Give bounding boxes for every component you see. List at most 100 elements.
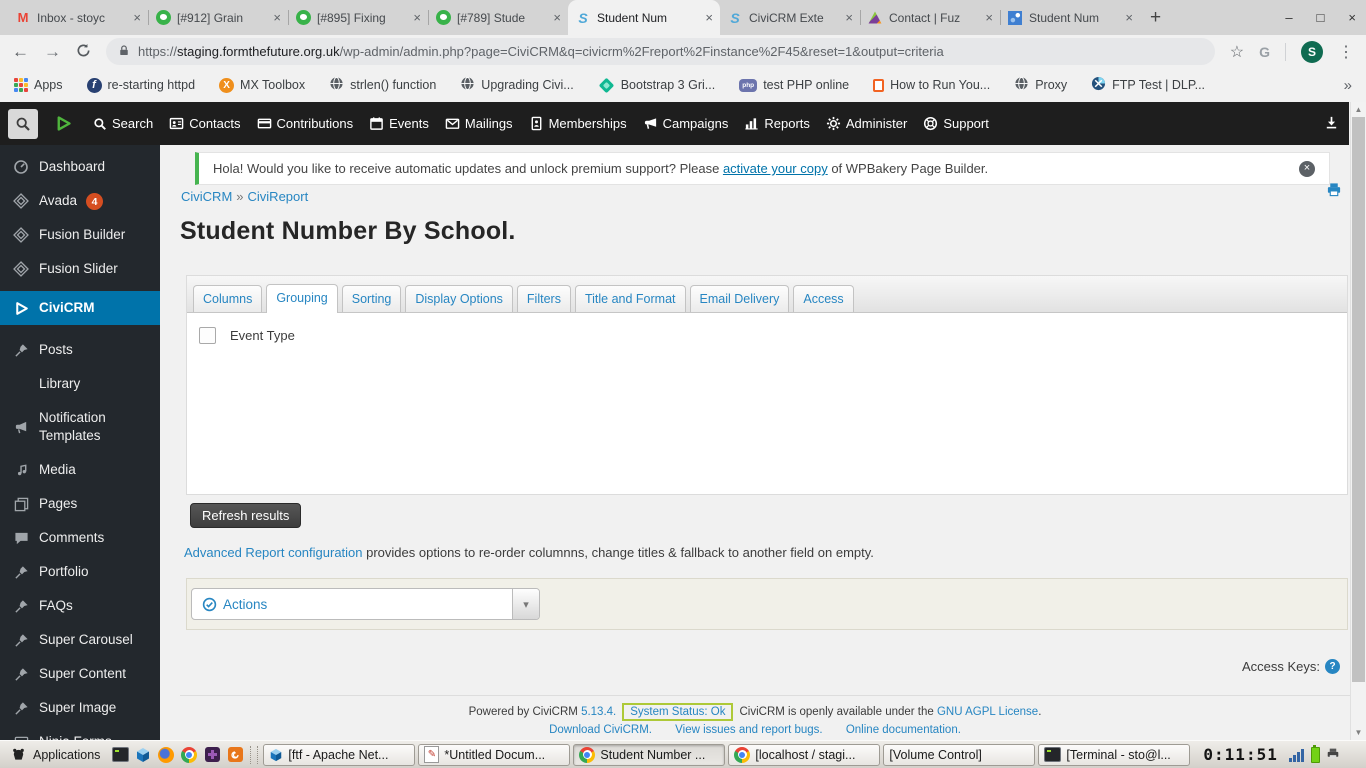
- close-button[interactable]: ×: [1348, 10, 1356, 25]
- breadcrumb-civicrm-link[interactable]: CiviCRM: [181, 189, 232, 204]
- bookmark-test-php[interactable]: php test PHP online: [739, 78, 849, 92]
- browser-tab-inbox[interactable]: M Inbox - stoyc ×: [8, 0, 148, 35]
- window-button-chrome-student-number[interactable]: Student Number ...: [573, 743, 726, 766]
- tab-close-icon[interactable]: ×: [845, 10, 853, 25]
- bookmark-ftp-test[interactable]: FTP Test | DLP...: [1091, 76, 1205, 94]
- tab-close-icon[interactable]: ×: [133, 10, 141, 25]
- chrome-launcher-icon[interactable]: [179, 744, 199, 766]
- sidebar-item-media[interactable]: Media: [0, 453, 160, 487]
- menu-reports[interactable]: Reports: [736, 102, 818, 145]
- applications-menu[interactable]: Applications: [3, 743, 107, 767]
- window-button-text-editor[interactable]: ✎ *Untitled Docum...: [418, 743, 571, 766]
- browser-menu-icon[interactable]: ⋮: [1338, 42, 1354, 62]
- menu-search[interactable]: Search: [85, 102, 161, 145]
- menu-contacts[interactable]: Contacts: [161, 102, 248, 145]
- tab-access[interactable]: Access: [793, 285, 854, 312]
- tab-close-icon[interactable]: ×: [553, 10, 561, 25]
- bookmark-apps[interactable]: Apps: [14, 78, 63, 92]
- bookmark-proxy[interactable]: Proxy: [1014, 76, 1067, 94]
- view-issues-link[interactable]: View issues and report bugs.: [675, 724, 822, 736]
- menu-events[interactable]: Events: [361, 102, 437, 145]
- firefox-launcher-icon[interactable]: [156, 744, 176, 766]
- battery-icon[interactable]: [1310, 744, 1320, 763]
- sidebar-item-library[interactable]: Library: [0, 367, 160, 401]
- menu-administer[interactable]: Administer: [818, 102, 915, 145]
- browser-tab-student-number-2[interactable]: Student Num ×: [1000, 0, 1140, 35]
- sidebar-item-civicrm[interactable]: CiviCRM: [0, 291, 160, 325]
- sidebar-item-super-content[interactable]: Super Content: [0, 657, 160, 691]
- dismiss-notice-icon[interactable]: ×: [1299, 160, 1315, 177]
- sidebar-item-comments[interactable]: Comments: [0, 521, 160, 555]
- network-monitor-icon[interactable]: [1288, 748, 1304, 762]
- system-status-badge[interactable]: System Status: Ok: [622, 703, 734, 721]
- browser-tab-issue-912[interactable]: [#912] Grain ×: [148, 0, 288, 35]
- sidebar-item-fusion-slider[interactable]: Fusion Slider: [0, 252, 160, 286]
- dropdown-caret-icon[interactable]: ▾: [512, 589, 539, 619]
- sidebar-item-super-image[interactable]: Super Image: [0, 691, 160, 725]
- refresh-results-button[interactable]: Refresh results: [190, 503, 302, 528]
- scroll-down-icon[interactable]: ▼: [1351, 728, 1366, 737]
- window-button-chrome-localhost[interactable]: [localhost / stagi...: [728, 743, 881, 766]
- bookmark-upgrading-civi[interactable]: Upgrading Civi...: [460, 76, 574, 94]
- terminal-launcher-icon[interactable]: [110, 744, 130, 766]
- activate-copy-link[interactable]: activate your copy: [723, 161, 828, 176]
- sidebar-item-notification-templates[interactable]: Notification Templates: [0, 401, 160, 453]
- swirl-launcher-icon[interactable]: [225, 744, 245, 766]
- event-type-checkbox[interactable]: [199, 327, 216, 344]
- tab-close-icon[interactable]: ×: [985, 10, 993, 25]
- bookmark-star-icon[interactable]: ☆: [1230, 42, 1244, 62]
- sidebar-item-portfolio[interactable]: Portfolio: [0, 555, 160, 589]
- tab-sorting[interactable]: Sorting: [341, 285, 402, 312]
- menu-support[interactable]: Support: [915, 102, 997, 145]
- tab-columns[interactable]: Columns: [193, 285, 263, 312]
- advanced-report-config-link[interactable]: Advanced Report configuration: [184, 545, 363, 560]
- bookmark-bootstrap[interactable]: Bootstrap 3 Gri...: [598, 77, 715, 93]
- tab-display-options[interactable]: Display Options: [405, 285, 513, 312]
- address-bar[interactable]: https://staging.formthefuture.org.uk/wp-…: [106, 38, 1215, 65]
- window-button-volume-control[interactable]: [Volume Control]: [883, 743, 1036, 766]
- download-civicrm-link[interactable]: Download CiviCRM.: [549, 724, 652, 736]
- menu-contributions[interactable]: Contributions: [249, 102, 362, 145]
- sidebar-item-pages[interactable]: Pages: [0, 487, 160, 521]
- tab-title-and-format[interactable]: Title and Format: [574, 285, 686, 312]
- gnu-agpl-link[interactable]: GNU AGPL License: [937, 706, 1038, 718]
- scroll-up-icon[interactable]: ▲: [1351, 105, 1366, 114]
- tab-close-icon[interactable]: ×: [1125, 10, 1133, 25]
- bookmark-mx-toolbox[interactable]: X MX Toolbox: [219, 77, 305, 93]
- online-docs-link[interactable]: Online documentation.: [846, 724, 961, 736]
- tab-close-icon[interactable]: ×: [413, 10, 421, 25]
- forward-button[interactable]: →: [44, 43, 61, 60]
- profile-avatar[interactable]: S: [1301, 40, 1323, 63]
- bookmarks-overflow-chevron[interactable]: »: [1344, 77, 1352, 94]
- print-icon[interactable]: [1326, 182, 1342, 200]
- quick-search-box[interactable]: [8, 108, 38, 139]
- maximize-button[interactable]: □: [1317, 10, 1325, 25]
- sidebar-item-dashboard[interactable]: Dashboard: [0, 150, 160, 184]
- sidebar-item-super-carousel[interactable]: Super Carousel: [0, 623, 160, 657]
- browser-tab-issue-789[interactable]: [#789] Stude ×: [428, 0, 568, 35]
- browser-tab-issue-895[interactable]: [#895] Fixing ×: [288, 0, 428, 35]
- new-tab-button[interactable]: +: [1150, 7, 1161, 29]
- plugin-launcher-icon[interactable]: [202, 744, 222, 766]
- menu-campaigns[interactable]: Campaigns: [635, 102, 737, 145]
- tab-close-icon[interactable]: ×: [705, 10, 713, 25]
- help-icon[interactable]: ?: [1325, 659, 1340, 674]
- breadcrumb-civireport-link[interactable]: CiviReport: [248, 189, 309, 204]
- menu-mailings[interactable]: Mailings: [437, 102, 521, 145]
- bookmark-httpd[interactable]: f re-starting httpd: [86, 77, 195, 93]
- sidebar-item-posts[interactable]: Posts: [0, 333, 160, 367]
- tab-email-delivery[interactable]: Email Delivery: [689, 285, 790, 312]
- window-button-netbeans[interactable]: [ftf - Apache Net...: [263, 743, 416, 766]
- sidebar-item-avada[interactable]: Avada 4: [0, 184, 160, 218]
- tab-close-icon[interactable]: ×: [273, 10, 281, 25]
- actions-dropdown[interactable]: Actions ▾: [191, 588, 540, 620]
- browser-tab-contact-fuzion[interactable]: Contact | Fuz ×: [860, 0, 1000, 35]
- tray-printer-icon[interactable]: [1326, 747, 1340, 763]
- browser-tab-civicrm-ext[interactable]: S CiviCRM Exte ×: [720, 0, 860, 35]
- scrollbar-thumb[interactable]: [1352, 117, 1365, 682]
- menu-memberships[interactable]: Memberships: [521, 102, 635, 145]
- reload-button[interactable]: [76, 43, 91, 61]
- netbeans-launcher-icon[interactable]: [133, 744, 153, 766]
- bookmark-strlen[interactable]: strlen() function: [329, 76, 436, 94]
- civicrm-logo-icon[interactable]: [54, 114, 73, 133]
